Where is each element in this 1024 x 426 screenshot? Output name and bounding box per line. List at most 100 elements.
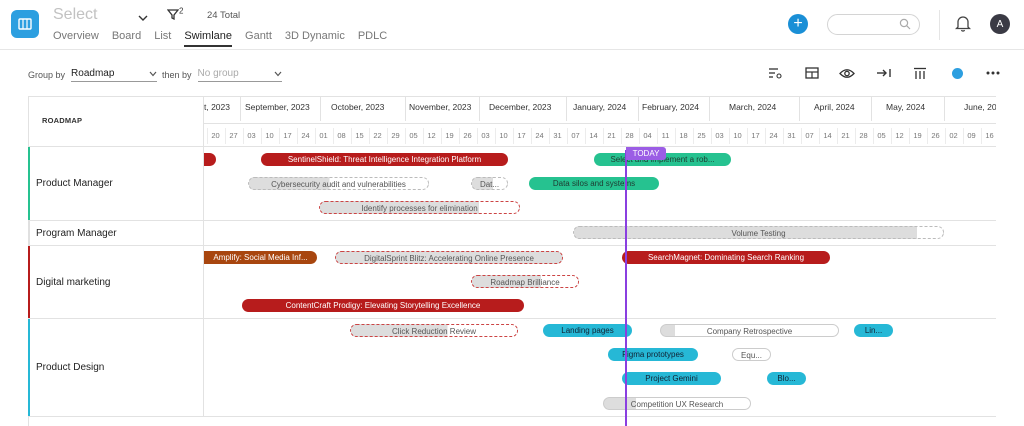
roadmap-bar[interactable]: Click Reduction Review <box>350 324 518 337</box>
filter-icon[interactable]: 2 <box>166 6 183 22</box>
day-label: 12 <box>891 128 907 144</box>
day-label: 21 <box>603 128 619 144</box>
view-tabs: Overview Board List Swimlane Gantt 3D Dy… <box>53 30 400 47</box>
bar-label: Landing pages <box>561 326 614 335</box>
roadmap-bar[interactable]: Identify processes for elimination <box>319 201 520 214</box>
roadmap-column-header: ROADMAP <box>28 96 204 147</box>
day-label: 17 <box>513 128 529 144</box>
roadmap-bar[interactable]: Equ... <box>732 348 771 361</box>
day-label: 04 <box>639 128 655 144</box>
roadmap-bar[interactable]: DigitalSprint Blitz: Accelerating Online… <box>335 251 563 264</box>
search-icon <box>899 18 911 30</box>
day-label: 31 <box>549 128 565 144</box>
day-label: 05 <box>405 128 421 144</box>
day-label: 10 <box>261 128 277 144</box>
roadmap-bar[interactable]: Project Gemini <box>622 372 721 385</box>
tab-3d-dynamic[interactable]: 3D Dynamic <box>285 30 345 47</box>
day-label: 17 <box>747 128 763 144</box>
lane-label[interactable]: Product Manager <box>28 147 204 220</box>
group-by-label: Group by <box>28 70 66 80</box>
eye-icon[interactable] <box>839 66 855 80</box>
header-divider <box>939 10 940 40</box>
workspace-select[interactable]: Select <box>53 6 97 24</box>
lane-label[interactable]: Product Design <box>28 319 204 416</box>
tab-overview[interactable]: Overview <box>53 30 99 47</box>
tab-pdlc[interactable]: PDLC <box>358 30 387 47</box>
bar-label: DigitalSprint Blitz: Accelerating Online… <box>364 254 534 263</box>
bar-label: SentinelShield: Threat Intelligence Inte… <box>287 155 482 164</box>
roadmap-bar[interactable]: Dat... <box>471 177 508 190</box>
day-label: 27 <box>225 128 241 144</box>
day-label: 03 <box>243 128 259 144</box>
map-app-icon[interactable] <box>11 10 39 38</box>
days-row: 20 27 03 10 17 24 01 08 15 22 29 05 12 19 26 03 10 17 24 31… <box>204 123 996 146</box>
day-label: 26 <box>459 128 475 144</box>
day-label: 12 <box>423 128 439 144</box>
group-by-select[interactable]: Group by Roadmap <box>28 68 158 82</box>
month-label: June, 20 <box>964 102 996 112</box>
roadmap-bar[interactable]: Lin... <box>854 324 893 337</box>
chevron-down-icon[interactable] <box>138 9 148 27</box>
day-label: 10 <box>495 128 511 144</box>
lane-label[interactable]: Digital marketing <box>28 246 204 318</box>
day-label: 24 <box>531 128 547 144</box>
then-by-label: then by <box>162 70 192 80</box>
month-label: March, 2024 <box>729 102 777 112</box>
roadmap-bar[interactable]: SentinelShield: Threat Intelligence Inte… <box>261 153 508 166</box>
lane-label[interactable]: Program Manager <box>28 221 204 245</box>
tab-gantt[interactable]: Gantt <box>245 30 272 47</box>
day-label: 18 <box>675 128 691 144</box>
roadmap-bar[interactable]: Blo... <box>767 372 806 385</box>
sort-icon[interactable] <box>767 66 783 80</box>
day-label: 29 <box>387 128 403 144</box>
roadmap-bar[interactable]: Volume Testing <box>573 226 944 239</box>
more-icon[interactable] <box>985 66 1001 80</box>
month-label: t, 2023 <box>204 102 230 112</box>
today-line <box>625 150 627 426</box>
roadmap-bar[interactable]: ContentCraft Prodigy: Elevating Storytel… <box>242 299 524 312</box>
day-label: 31 <box>783 128 799 144</box>
layout-icon[interactable] <box>804 66 820 80</box>
bar-label: Figma prototypes <box>622 350 684 359</box>
month-label: January, 2024 <box>573 102 627 112</box>
bar-label: Identify processes for elimination <box>361 204 478 213</box>
view-toolbar: Group by Roadmap then by No group <box>0 58 1024 88</box>
today-label: TODAY <box>626 147 666 160</box>
day-label: 17 <box>279 128 295 144</box>
bar-label: Volume Testing <box>731 229 786 238</box>
avatar[interactable]: A <box>990 14 1010 34</box>
roadmap-bar[interactable]: Company Retrospective <box>660 324 839 337</box>
top-bar: Select 2 24 Total Overview Board List Sw… <box>0 0 1024 50</box>
roadmap-bar[interactable]: SearchMagnet: Dominating Search Ranking <box>622 251 830 264</box>
tab-list[interactable]: List <box>154 30 171 47</box>
bar-label: Amplify: Social Media Inf... <box>213 253 308 262</box>
tab-board[interactable]: Board <box>112 30 141 47</box>
color-dot-icon[interactable] <box>949 66 965 80</box>
chevron-down-icon <box>274 71 281 76</box>
columns-icon[interactable] <box>912 66 928 80</box>
day-label: 01 <box>315 128 331 144</box>
bar-label: Equ... <box>741 351 762 360</box>
roadmap-bar[interactable]: Landing pages <box>543 324 632 337</box>
month-label: November, 2023 <box>409 102 472 112</box>
bar-label: Dat... <box>479 180 500 189</box>
day-label: 09 <box>963 128 979 144</box>
bar-label: Company Retrospective <box>706 327 793 336</box>
bar-label: Project Gemini <box>645 374 698 383</box>
roadmap-bar[interactable]: Roadmap Brilliance <box>471 275 579 288</box>
total-count: 24 Total <box>207 10 241 21</box>
day-label: 16 <box>981 128 996 144</box>
day-label: 20 <box>207 128 223 144</box>
bell-icon[interactable] <box>954 14 972 37</box>
roadmap-bar[interactable]: Figma prototypes <box>608 348 698 361</box>
roadmap-bar[interactable]: Data silos and systems <box>529 177 659 190</box>
indent-icon[interactable] <box>876 66 892 80</box>
then-by-select[interactable]: then by No group <box>162 68 282 82</box>
roadmap-bar[interactable]: Amplify: Social Media Inf... <box>204 251 317 264</box>
day-label: 14 <box>585 128 601 144</box>
search-input[interactable] <box>827 14 920 35</box>
month-label: February, 2024 <box>642 102 700 112</box>
tab-swimlane[interactable]: Swimlane <box>184 30 233 47</box>
add-button[interactable]: + <box>788 14 808 34</box>
roadmap-bar[interactable]: Cybersecurity audit and vulnerabilities <box>248 177 429 190</box>
